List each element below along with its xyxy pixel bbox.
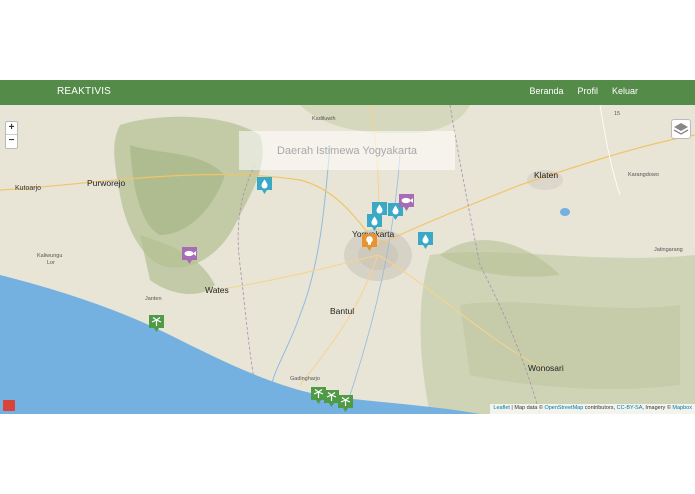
marker-fish-1[interactable] [398,193,415,212]
water-drop-icon [418,232,433,249]
zoom-control: + − [5,121,18,149]
region-info-box: Daerah Istimewa Yogyakarta [239,131,455,170]
place-label-wates: Wates [205,285,229,295]
map-attribution: Leaflet | Map data © OpenStreetMap contr… [490,404,695,414]
marker-water-5[interactable] [417,231,434,250]
place-label-janten: Janten [145,296,162,302]
attribution-text-2: contributors, [583,405,617,411]
marker-beach-4[interactable] [337,394,354,413]
marker-water-1[interactable] [256,176,273,195]
place-label-klaten: Klaten [534,170,559,180]
leaflet-link[interactable]: Leaflet [493,405,510,411]
water-drop-icon [257,177,272,194]
zoom-in-button[interactable]: + [6,122,17,135]
region-title: Daerah Istimewa Yogyakarta [276,145,418,157]
layers-button[interactable] [671,119,691,139]
top-navbar: REAKTIVIS Beranda Profil Keluar [0,80,695,105]
nav-link-keluar[interactable]: Keluar [612,86,638,96]
marker-fire-1[interactable] [361,233,378,252]
mapbox-link[interactable]: Mapbox [672,405,692,411]
place-label-gadingharjo: Gadingharjo [290,376,320,382]
place-label-wonosari: Wonosari [528,363,564,373]
place-label-karangdowo: Karangdowo [628,172,659,178]
lightbulb-icon [362,234,377,251]
layers-icon [673,123,689,135]
place-label-purworejo: Purworejo [87,178,126,188]
license-link[interactable]: CC-BY-SA [617,405,643,411]
marker-fish-2[interactable] [181,246,198,265]
zoom-out-button[interactable]: − [6,135,17,148]
water-drop-icon [367,214,382,231]
marker-beach-1[interactable] [148,314,165,333]
palm-tree-icon [338,395,353,412]
place-label-bantul: Bantul [330,306,355,316]
attribution-text-1: | Map data © [509,405,545,411]
place-label-jatingarang: Jatingarang [654,247,683,253]
mapbox-logo-icon [3,400,15,411]
fish-icon [182,247,197,264]
place-label-kutoarjo: Kutoarjo [15,185,42,192]
place-label-kadiluwih: Kadiluwih [312,116,336,122]
nav-links: Beranda Profil Keluar [529,86,638,96]
nav-link-profil[interactable]: Profil [577,86,598,96]
fish-icon [399,194,414,211]
brand-logo[interactable]: REAKTIVIS [57,86,111,97]
osm-link[interactable]: OpenStreetMap [544,405,583,411]
nav-link-beranda[interactable]: Beranda [529,86,563,96]
map-view[interactable]: + − Daerah Istimewa Yogyakarta Kutoarjo … [0,105,695,414]
road-shield-15: 15 [614,111,621,117]
attribution-text-3: , Imagery © [642,405,673,411]
palm-tree-icon [149,315,164,332]
place-label-lor: Lor [47,260,55,266]
place-label-kaliwungu: Kaliwungu [37,253,63,259]
marker-water-4[interactable] [366,213,383,232]
